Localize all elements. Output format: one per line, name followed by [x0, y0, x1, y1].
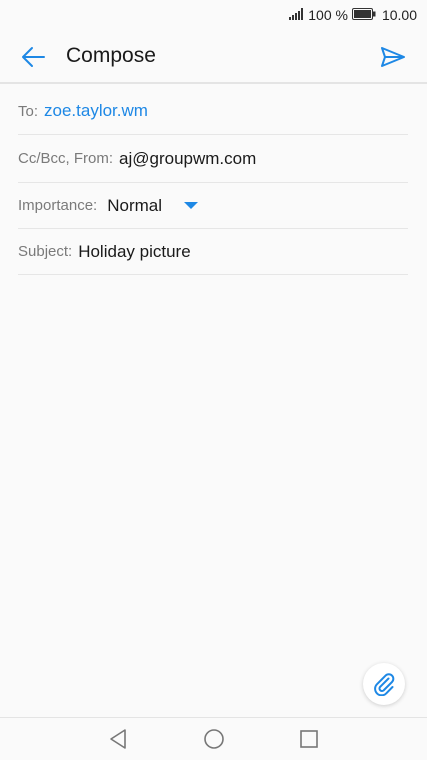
clock: 10.00	[381, 7, 417, 23]
send-icon	[381, 47, 405, 67]
navigation-bar	[0, 717, 427, 760]
signal-icon	[289, 7, 305, 23]
attach-button[interactable]	[363, 663, 405, 705]
page-title: Compose	[66, 44, 156, 67]
nav-back-button[interactable]	[108, 728, 130, 755]
importance-field[interactable]: Importance: Normal	[18, 183, 408, 229]
triangle-back-icon	[110, 729, 126, 749]
to-field[interactable]: To: zoe.taylor.wm	[18, 88, 408, 135]
importance-value[interactable]: Normal	[107, 196, 162, 216]
nav-recent-apps-button[interactable]	[298, 728, 320, 755]
battery-icon	[351, 7, 376, 23]
subject-value[interactable]: Holiday picture	[78, 242, 190, 262]
importance-label: Importance:	[18, 197, 98, 214]
subject-label: Subject:	[18, 243, 73, 260]
square-recent-icon	[300, 730, 318, 748]
to-label: To:	[18, 102, 39, 120]
chevron-down-icon[interactable]	[184, 202, 199, 209]
app-bar: Compose	[0, 30, 427, 84]
back-button[interactable]	[20, 44, 46, 70]
cc-bcc-from-field[interactable]: Cc/Bcc, From: aj@groupwm.com	[18, 135, 408, 183]
status-bar: 100 % 10.00	[0, 0, 427, 30]
battery-percent: 100 %	[308, 7, 348, 23]
paperclip-icon	[374, 673, 395, 696]
arrow-left-icon	[22, 47, 45, 67]
cc-bcc-from-label: Cc/Bcc, From:	[18, 150, 114, 167]
from-value[interactable]: aj@groupwm.com	[119, 149, 256, 169]
to-value[interactable]: zoe.taylor.wm	[44, 101, 148, 121]
send-button[interactable]	[379, 44, 407, 70]
subject-field[interactable]: Subject: Holiday picture	[18, 229, 408, 275]
nav-home-button[interactable]	[203, 728, 225, 755]
circle-home-icon	[204, 729, 224, 749]
compose-form: To: zoe.taylor.wm Cc/Bcc, From: aj@group…	[18, 88, 408, 275]
